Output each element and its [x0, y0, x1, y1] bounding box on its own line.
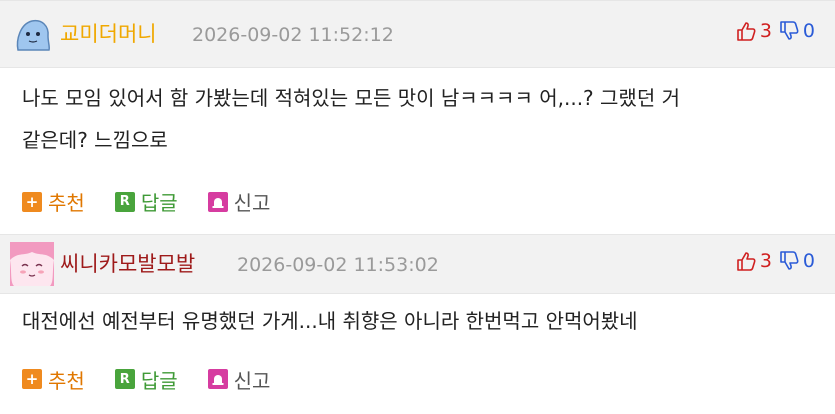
vote-box: 3 0 [735, 20, 815, 42]
upvote-count: 3 [759, 250, 772, 272]
report-button[interactable]: 신고 [207, 187, 271, 216]
vote-box: 3 0 [735, 250, 815, 272]
reply-label: 답글 [140, 191, 178, 215]
comment-nickname[interactable]: 씨니카모발모발 [60, 251, 195, 277]
recommend-button[interactable]: + 추천 [22, 187, 85, 216]
comment-text: 나도 모임 있어서 함 가봤는데 적혀있는 모든 맛이 남ㅋㅋㅋㅋ 어,...?… [0, 68, 835, 169]
avatar[interactable] [12, 14, 54, 56]
comment-item: 교미더머니 2026-09-02 11:52:12 3 0 나도 모임 있어서 … [0, 0, 835, 234]
avatar[interactable] [10, 242, 54, 286]
report-button[interactable]: 신고 [207, 365, 271, 394]
comment-text-line: 나도 모임 있어서 함 가봤는데 적혀있는 모든 맛이 남ㅋㅋㅋㅋ 어,...?… [22, 86, 680, 110]
downvote-count: 0 [802, 250, 815, 272]
comment-header: 교미더머니 2026-09-02 11:52:12 3 0 [0, 0, 835, 68]
upvote-count: 3 [759, 20, 772, 42]
comment-text-line: 대전에선 예전부터 유명했던 가게...내 취향은 아니라 한번먹고 안먹어봤네 [22, 309, 638, 333]
reply-icon: R [114, 191, 135, 212]
thumbs-down-icon[interactable] [778, 20, 800, 42]
siren-icon [207, 369, 228, 389]
comment-actions: + 추천 R 답글 신고 [0, 348, 835, 410]
reply-button[interactable]: R 답글 [114, 187, 178, 216]
thumbs-up-icon[interactable] [735, 20, 757, 42]
comment-actions: + 추천 R 답글 신고 [0, 169, 835, 234]
reply-icon: R [114, 369, 135, 389]
siren-icon [207, 191, 228, 212]
recommend-label: 추천 [48, 191, 85, 215]
comment-item: 씨니카모발모발 2026-09-02 11:53:02 3 0 대전에선 예전부… [0, 234, 835, 410]
thumbs-up-icon[interactable] [735, 250, 757, 272]
plus-icon: + [22, 191, 42, 212]
report-label: 신고 [233, 368, 271, 393]
recommend-label: 추천 [48, 368, 85, 393]
thumbs-down-icon[interactable] [778, 250, 800, 272]
comment-timestamp: 2026-09-02 11:52:12 [192, 24, 394, 46]
comment-text-line: 같은데? 느낌으로 [22, 128, 168, 152]
plus-icon: + [22, 369, 42, 389]
comment-header: 씨니카모발모발 2026-09-02 11:53:02 3 0 [0, 234, 835, 294]
downvote-count: 0 [802, 20, 815, 42]
report-label: 신고 [233, 191, 271, 215]
recommend-button[interactable]: + 추천 [22, 365, 85, 394]
comment-nickname[interactable]: 교미더머니 [60, 21, 157, 47]
reply-label: 답글 [140, 368, 178, 393]
comment-timestamp: 2026-09-02 11:53:02 [237, 254, 439, 276]
reply-button[interactable]: R 답글 [114, 365, 178, 394]
comment-text: 대전에선 예전부터 유명했던 가게...내 취향은 아니라 한번먹고 안먹어봤네 [0, 294, 835, 348]
